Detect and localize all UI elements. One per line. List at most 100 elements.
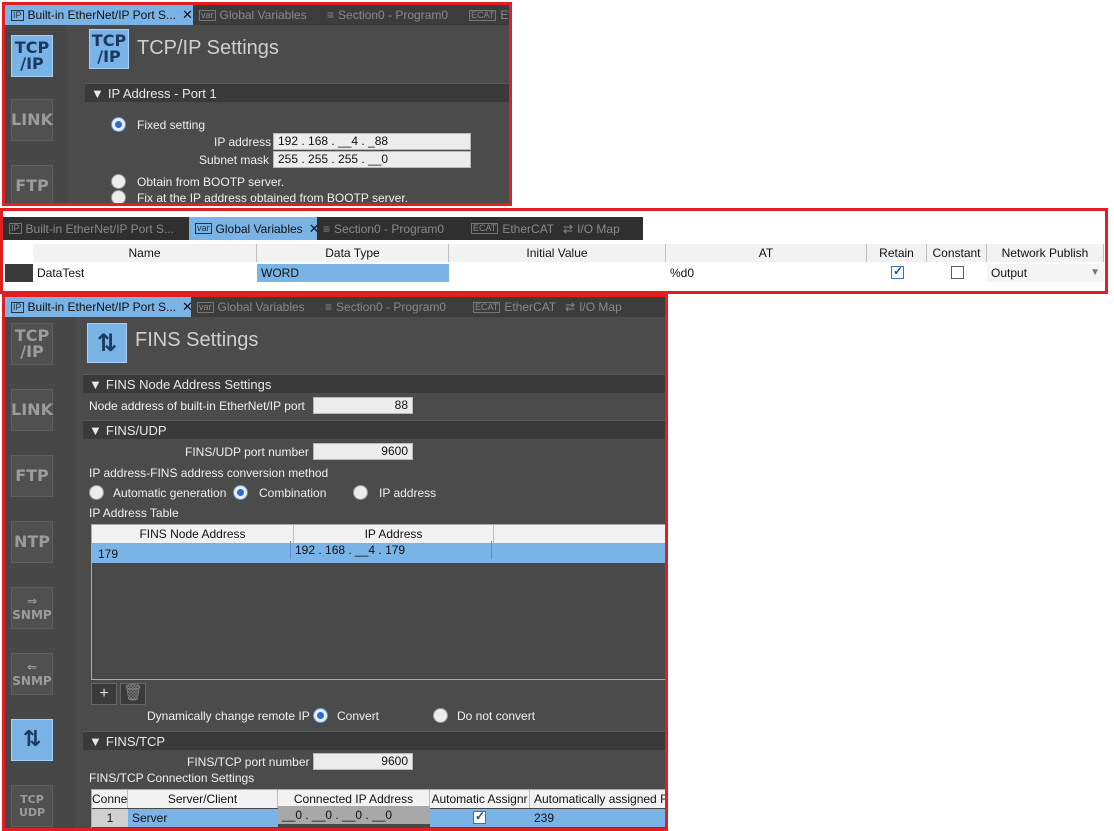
tab-ethercat[interactable]: ECAT EtherCAT (467, 297, 559, 317)
column-header-name[interactable]: Name (33, 244, 257, 262)
snmp-label: SNMP (12, 608, 52, 622)
collapse-icon[interactable]: ▼ (89, 377, 102, 392)
sidebar-item-ntp[interactable]: NTP (11, 521, 53, 563)
ladder-icon: ≡ (327, 8, 335, 22)
tcp-port-field[interactable]: 9600 (313, 753, 413, 770)
row-selector[interactable] (5, 264, 33, 282)
collapse-icon[interactable]: ▼ (89, 423, 102, 438)
ip-address-table-label: IP Address Table (89, 506, 179, 520)
tab-global-variables[interactable]: var Global Variables ✕ (189, 217, 317, 240)
fins-node-cell[interactable]: 179 (94, 545, 290, 563)
initial-value-cell[interactable] (449, 264, 666, 282)
fins-header-icon: ⇅ (87, 323, 127, 363)
column-header-fins-node[interactable]: FINS Node Address (92, 525, 294, 543)
constant-checkbox[interactable] (951, 266, 964, 279)
sidebar-item-tcp-udp[interactable]: TCP UDP (11, 785, 53, 827)
sidebar-item-tcpip[interactable]: TCP /IP (11, 323, 53, 365)
add-row-button[interactable]: + (91, 683, 117, 705)
tab-ethercat[interactable]: ECAT Et (463, 5, 509, 25)
tcpip-icon-line2: /IP (20, 54, 44, 73)
section-ip-address-port1[interactable]: ▼ IP Address - Port 1 (85, 83, 509, 102)
section-fins-node-address[interactable]: ▼ FINS Node Address Settings (83, 374, 665, 393)
at-cell[interactable]: %d0 (666, 264, 867, 282)
tab-io-map[interactable]: ⇄ I/O Map (559, 297, 645, 317)
ftp-icon: FTP (15, 176, 49, 195)
column-header-network-publish[interactable]: Network Publish (987, 244, 1104, 262)
tab-builtin-ethernet[interactable]: IP Built-in EtherNet/IP Port S... ✕ (5, 5, 193, 25)
column-header-retain[interactable]: Retain (867, 244, 927, 262)
fixed-setting-label: Fixed setting (137, 118, 206, 132)
do-not-convert-radio[interactable] (433, 708, 448, 723)
link-icon: LINK (11, 110, 53, 129)
subnet-mask-field[interactable]: 255 . 255 . 255 . __0 (273, 151, 471, 168)
ip-address-label: IP address (214, 135, 272, 149)
tab-section0-program0[interactable]: ≡ Section0 - Program0 (319, 297, 467, 317)
ip-address-radio[interactable] (353, 485, 368, 500)
data-type-cell[interactable]: WORD (257, 264, 449, 282)
column-header-initial-value[interactable]: Initial Value (449, 244, 666, 262)
tcp-connection-settings-label: FINS/TCP Connection Settings (89, 771, 255, 785)
combination-label: Combination (259, 486, 327, 500)
udp-port-field[interactable]: 9600 (313, 443, 413, 460)
sidebar-item-ftp[interactable]: FTP (11, 165, 53, 203)
sidebar-item-fins[interactable]: ⇅ (11, 719, 53, 761)
fins-icon: ⇅ (96, 329, 118, 357)
tab-io-map[interactable]: ⇄ I/O Map (557, 217, 643, 240)
column-header-auto-assigned-fins[interactable]: Automatically assigned FI (530, 790, 665, 808)
close-icon[interactable]: ✕ (309, 221, 317, 237)
variable-name-cell[interactable]: DataTest (33, 264, 257, 282)
ladder-icon: ≡ (323, 221, 331, 236)
variable-icon: var (195, 223, 212, 234)
tab-builtin-ethernet[interactable]: IP Built-in EtherNet/IP Port S... (3, 217, 189, 240)
sidebar-item-tcpip[interactable]: TCP /IP (11, 35, 53, 77)
delete-row-button[interactable]: 🗑 (120, 683, 146, 705)
auto-assigned-node-cell[interactable]: 239 (530, 809, 665, 827)
sidebar-item-link[interactable]: LINK (11, 99, 53, 141)
subnet-mask-label: Subnet mask (199, 153, 270, 167)
node-address-field[interactable]: 88 (313, 397, 413, 414)
tab-section0-program0[interactable]: ≡ Section0 - Program0 (317, 217, 465, 240)
sidebar-item-ftp[interactable]: FTP (11, 455, 53, 497)
section-fins-udp[interactable]: ▼ FINS/UDP (83, 420, 665, 439)
close-icon[interactable]: ✕ (182, 299, 191, 315)
column-header-connection[interactable]: Conne (92, 790, 128, 808)
close-icon[interactable]: ✕ (182, 7, 193, 23)
column-header-server-client[interactable]: Server/Client (128, 790, 278, 808)
ethernet-port-icon: IP (9, 223, 22, 234)
automatic-assign-checkbox[interactable] (473, 809, 486, 824)
connected-ip-cell[interactable]: __0 . __0 . __0 . __0 (278, 806, 430, 824)
section-title: FINS/TCP (105, 733, 166, 749)
global-variables-window: IP Built-in EtherNet/IP Port S... var Gl… (0, 208, 1108, 294)
section-fins-tcp[interactable]: ▼ FINS/TCP (83, 731, 665, 750)
ip-address-cell[interactable]: 192 . 168 . __4 . 179 (290, 541, 492, 559)
ip-address-field[interactable]: 192 . 168 . __4 . _88 (273, 133, 471, 150)
tab-global-variables[interactable]: var Global Variables (193, 5, 321, 25)
tab-builtin-ethernet[interactable]: IP Built-in EtherNet/IP Port S... ✕ (5, 297, 191, 317)
automatic-generation-radio[interactable] (89, 485, 104, 500)
column-header-constant[interactable]: Constant (927, 244, 987, 262)
tab-global-variables[interactable]: var Global Variables (191, 297, 319, 317)
tab-label: Et (500, 8, 509, 22)
network-publish-select[interactable]: Output ▼ (987, 264, 1104, 282)
column-header-at[interactable]: AT (666, 244, 867, 262)
retain-checkbox[interactable] (891, 264, 904, 279)
fixed-setting-radio[interactable] (111, 117, 126, 132)
server-client-cell[interactable]: Server (128, 809, 278, 827)
column-header-automatic-assign[interactable]: Automatic Assignr (430, 790, 530, 808)
tab-ethercat[interactable]: ECAT EtherCAT (465, 217, 557, 240)
tab-section0-program0[interactable]: ≡ Section0 - Program0 (321, 5, 463, 25)
fix-bootp-radio[interactable] (111, 190, 126, 203)
combination-radio[interactable] (233, 485, 248, 500)
dropdown-arrow-icon[interactable]: ▼ (1090, 264, 1100, 282)
collapse-icon[interactable]: ▼ (91, 86, 104, 101)
column-header-data-type[interactable]: Data Type (257, 244, 449, 262)
sidebar-item-link[interactable]: LINK (11, 389, 53, 431)
tab-label: Global Variables (217, 300, 305, 314)
collapse-icon[interactable]: ▼ (89, 734, 102, 749)
sidebar-item-snmp-in[interactable]: ⇐ SNMP (11, 653, 53, 695)
bootp-radio[interactable] (111, 174, 126, 189)
tab-label: Section0 - Program0 (338, 8, 449, 22)
convert-radio[interactable] (313, 708, 328, 723)
sidebar-item-snmp-out[interactable]: ⇒ SNMP (11, 587, 53, 629)
fix-bootp-label: Fix at the IP address obtained from BOOT… (137, 191, 409, 205)
